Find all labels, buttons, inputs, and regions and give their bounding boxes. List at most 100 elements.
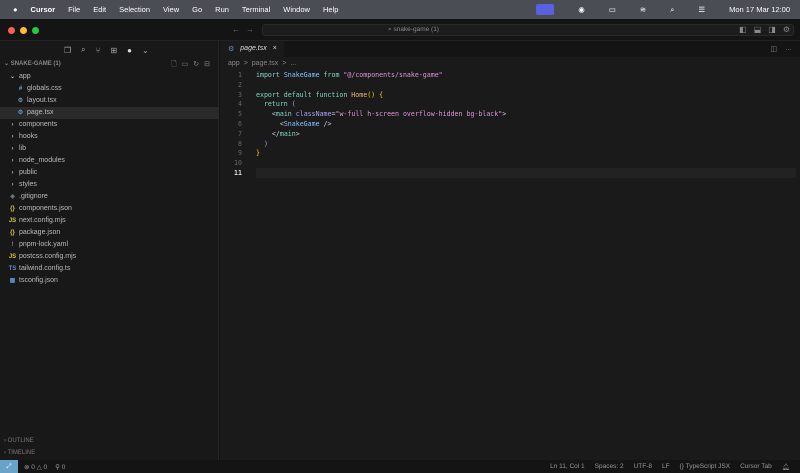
menu-view[interactable]: View bbox=[163, 5, 179, 14]
wifi-icon[interactable]: ≋ bbox=[640, 5, 646, 14]
refresh-icon[interactable]: ↻ bbox=[193, 60, 199, 71]
control-center-icon[interactable]: ☰ bbox=[698, 5, 705, 14]
file-icon: ▦ bbox=[9, 278, 16, 284]
collapse-all-icon[interactable]: ⊟ bbox=[204, 60, 210, 71]
tree-item-label: components bbox=[19, 121, 58, 128]
breadcrumb-item[interactable]: ... bbox=[290, 60, 296, 67]
problems-indicator[interactable]: ⊗ 0 △ 0 bbox=[24, 463, 47, 471]
breadcrumb-item[interactable]: page.tsx bbox=[252, 60, 278, 67]
tree-item[interactable]: › lib bbox=[0, 143, 219, 155]
tree-item[interactable]: › node_modules bbox=[0, 155, 219, 167]
menu-app[interactable]: Cursor bbox=[31, 5, 56, 14]
tree-item[interactable]: ⚙ page.tsx bbox=[0, 107, 219, 119]
tree-item[interactable]: ⌄ app bbox=[0, 71, 219, 83]
tree-item[interactable]: ! pnpm-lock.yaml bbox=[0, 239, 219, 251]
breadcrumb-item: > bbox=[282, 60, 287, 67]
tree-item-label: next.config.mjs bbox=[19, 217, 66, 224]
close-tab-icon[interactable]: × bbox=[273, 45, 277, 53]
tree-item-label: hooks bbox=[19, 133, 38, 140]
cursor-tab-status[interactable]: Cursor Tab bbox=[740, 463, 772, 471]
tree-item[interactable]: ◈ .gitignore bbox=[0, 191, 219, 203]
screen-share-icon[interactable] bbox=[536, 4, 555, 15]
ports-indicator[interactable]: ⚲ 0 bbox=[55, 463, 65, 471]
tree-item[interactable]: › hooks bbox=[0, 131, 219, 143]
file-icon: JS bbox=[8, 218, 17, 224]
command-center-search[interactable]: ⌕ snake-game (1) bbox=[262, 24, 794, 36]
file-icon: ⚙ bbox=[17, 110, 24, 116]
explorer-icon[interactable]: ❐ bbox=[64, 46, 71, 55]
tree-item-label: layout.tsx bbox=[27, 97, 57, 104]
new-file-icon[interactable]: 🗋 bbox=[171, 60, 177, 71]
line-number: 7 bbox=[238, 129, 242, 138]
remote-indicator-icon[interactable]: ⤢ bbox=[0, 460, 18, 473]
code-line: <main className="w-full h-screen overflo… bbox=[271, 110, 507, 119]
encoding[interactable]: UTF-8 bbox=[634, 463, 652, 471]
indentation[interactable]: Spaces: 2 bbox=[595, 463, 624, 471]
toggle-sidebar-icon[interactable]: ◧ bbox=[739, 25, 747, 34]
chevron-down-icon[interactable]: ⌄ bbox=[142, 46, 149, 55]
tab-page-tsx[interactable]: ⚙ page.tsx × bbox=[220, 41, 284, 57]
minimize-window-button[interactable] bbox=[20, 27, 27, 34]
new-folder-icon[interactable]: ▭ bbox=[182, 60, 189, 71]
ports-count: 0 bbox=[61, 463, 66, 471]
apple-icon[interactable]: ● bbox=[13, 5, 18, 14]
clock[interactable]: Mon 17 Mar 12:00 bbox=[729, 5, 790, 14]
menu-terminal[interactable]: Terminal bbox=[242, 5, 270, 14]
line-number: 2 bbox=[238, 80, 242, 89]
toggle-panel-icon[interactable]: ⬓ bbox=[754, 25, 762, 34]
explorer-header[interactable]: ⌄ SNAKE-GAME (1) bbox=[4, 60, 61, 67]
file-icon: › bbox=[11, 146, 14, 152]
error-count: 0 bbox=[31, 463, 35, 471]
settings-gear-icon[interactable]: ⚙ bbox=[783, 25, 790, 34]
line-number: 8 bbox=[238, 139, 242, 148]
code-line: return ( bbox=[263, 100, 296, 109]
back-icon[interactable]: ← bbox=[232, 25, 240, 34]
editor[interactable]: ⚙ page.tsx × ◫ … app > page.tsx >... 1 impor… bbox=[220, 41, 800, 460]
source-control-icon[interactable]: ⑂ bbox=[96, 46, 101, 55]
warning-count: 0 bbox=[43, 463, 48, 471]
forward-icon[interactable]: → bbox=[246, 25, 254, 34]
tree-item[interactable]: JS postcss.config.mjs bbox=[0, 251, 219, 263]
menu-window[interactable]: Window bbox=[283, 5, 310, 14]
search-icon[interactable]: ⌕ bbox=[81, 45, 85, 55]
tree-item[interactable]: ⚙ layout.tsx bbox=[0, 95, 219, 107]
spotlight-icon[interactable]: ⌕ bbox=[670, 5, 674, 15]
breadcrumb-item[interactable]: app bbox=[228, 60, 240, 67]
tree-item-label: globals.css bbox=[27, 85, 62, 92]
tree-item[interactable]: › public bbox=[0, 167, 219, 179]
menu-selection[interactable]: Selection bbox=[119, 5, 150, 14]
tree-item[interactable]: ▦ tsconfig.json bbox=[0, 275, 219, 287]
timeline-section[interactable]: › TIMELINE bbox=[4, 450, 35, 456]
tree-item[interactable]: TS tailwind.config.ts bbox=[0, 263, 219, 275]
toggle-secondary-sidebar-icon[interactable]: ◨ bbox=[768, 25, 776, 34]
split-editor-icon[interactable]: ◫ bbox=[770, 45, 777, 53]
more-actions-icon[interactable]: … bbox=[785, 45, 792, 53]
zoom-window-button[interactable] bbox=[32, 27, 39, 34]
code-area[interactable]: 1 import SnakeGame from "@/components/sna… bbox=[220, 70, 800, 450]
menu-go[interactable]: Go bbox=[192, 5, 202, 14]
menu-help[interactable]: Help bbox=[323, 5, 338, 14]
tree-item[interactable]: › styles bbox=[0, 179, 219, 191]
code-line: </main> bbox=[271, 129, 300, 138]
account-icon[interactable]: ● bbox=[127, 46, 132, 55]
menu-edit[interactable]: Edit bbox=[93, 5, 106, 14]
code-line: import SnakeGame from "@/components/snak… bbox=[256, 71, 443, 79]
file-icon: {} bbox=[10, 230, 15, 236]
close-window-button[interactable] bbox=[8, 27, 15, 34]
tree-item[interactable]: JS next.config.mjs bbox=[0, 215, 219, 227]
line-number: 11 bbox=[234, 169, 242, 177]
tree-item[interactable]: {} components.json bbox=[0, 203, 219, 215]
cursor-position[interactable]: Ln 11, Col 1 bbox=[550, 463, 585, 471]
line-ending[interactable]: LF bbox=[662, 463, 670, 471]
menu-file[interactable]: File bbox=[68, 5, 80, 14]
tree-item[interactable]: {} package.json bbox=[0, 227, 219, 239]
outline-section[interactable]: › OUTLINE bbox=[4, 438, 34, 444]
tree-item[interactable]: › components bbox=[0, 119, 219, 131]
extensions-icon[interactable]: ⊞ bbox=[110, 46, 117, 55]
battery-icon[interactable]: ▭ bbox=[609, 5, 616, 14]
notifications-bell-icon[interactable]: 🔔︎ bbox=[782, 463, 790, 471]
record-icon[interactable]: ◉ bbox=[578, 5, 585, 14]
language-mode[interactable]: {} TypeScript JSX bbox=[680, 463, 730, 471]
menu-run[interactable]: Run bbox=[215, 5, 229, 14]
tree-item[interactable]: # globals.css bbox=[0, 83, 219, 95]
